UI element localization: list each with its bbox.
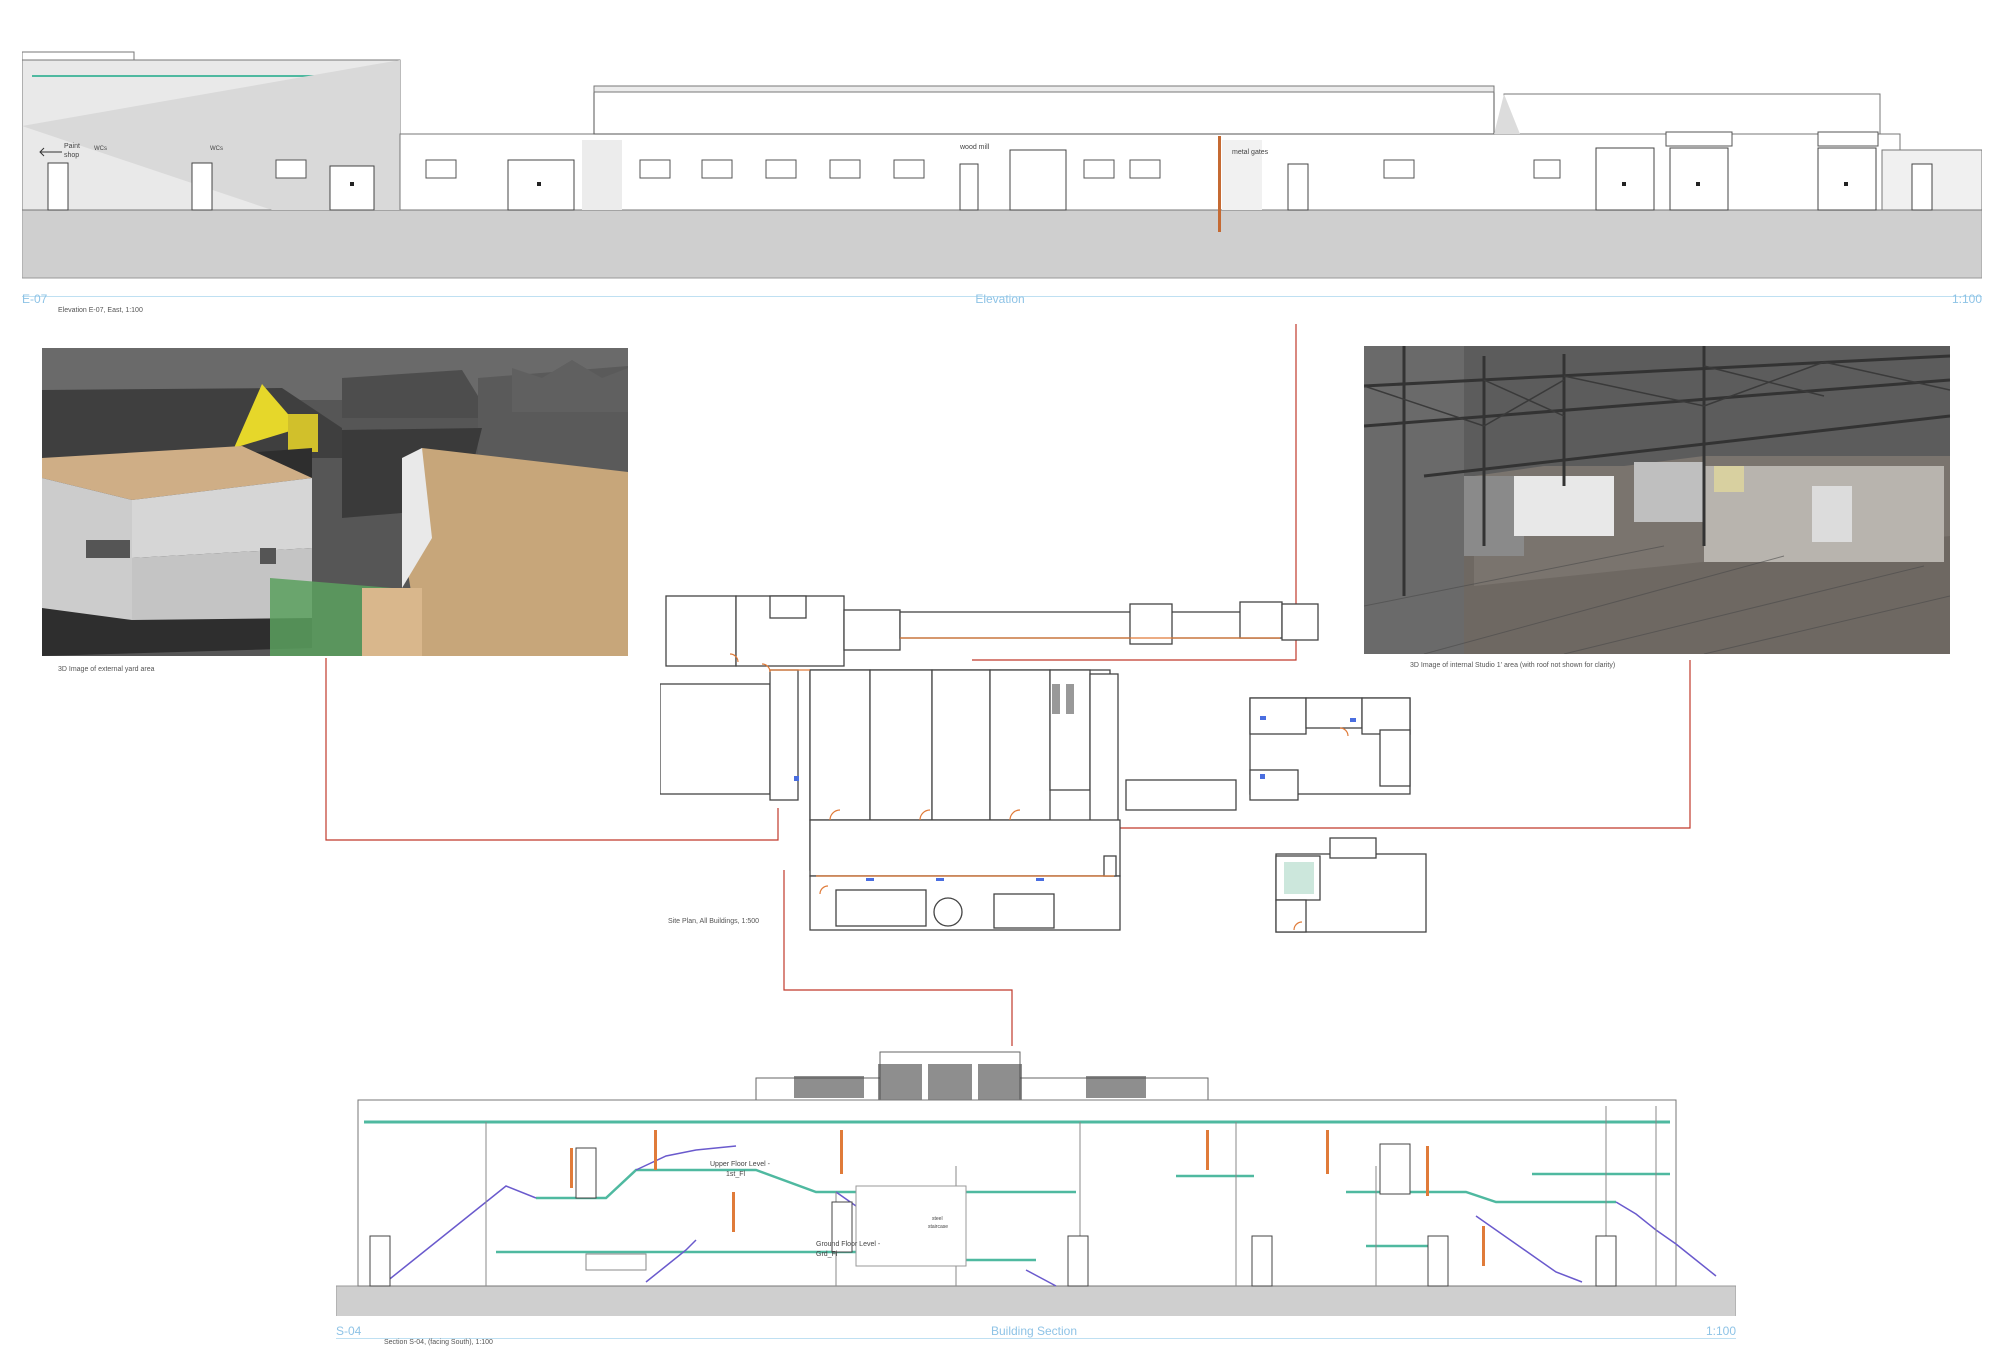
- section-title: Building Section: [990, 1324, 1078, 1338]
- label-staircase-1: steel: [932, 1216, 943, 1222]
- render-internal-studio: [1364, 346, 1950, 654]
- section-titleblock-line: [336, 1338, 1736, 1339]
- section-caption: Section S-04, (facing South), 1:100: [384, 1339, 493, 1346]
- section-scale: 1:100: [1705, 1324, 1736, 1338]
- render-external-yard-svg: [42, 348, 628, 656]
- render-external-yard: [42, 348, 628, 656]
- section-svg: Upper Floor Level - 1st_Fl Ground Floor …: [335, 1051, 1737, 1319]
- label-staircase-2: staircase: [928, 1224, 948, 1230]
- site-plan: [659, 594, 1450, 958]
- label-ground-floor-2: Grd_Fl: [816, 1251, 838, 1258]
- render-internal-studio-svg: [1364, 346, 1950, 654]
- site-plan-caption: Site Plan, All Buildings, 1:500: [668, 918, 760, 925]
- site-plan-svg: [659, 595, 1427, 933]
- section-drawing: Upper Floor Level - 1st_Fl Ground Floor …: [335, 1046, 1737, 1319]
- render-external-yard-caption: 3D Image of external yard area: [58, 666, 155, 673]
- section-ref: S-04: [336, 1324, 362, 1338]
- label-upper-floor-1: Upper Floor Level -: [710, 1161, 771, 1168]
- label-ground-floor-1: Ground Floor Level -: [816, 1241, 881, 1248]
- label-upper-floor-2: 1st_Fl: [726, 1171, 746, 1178]
